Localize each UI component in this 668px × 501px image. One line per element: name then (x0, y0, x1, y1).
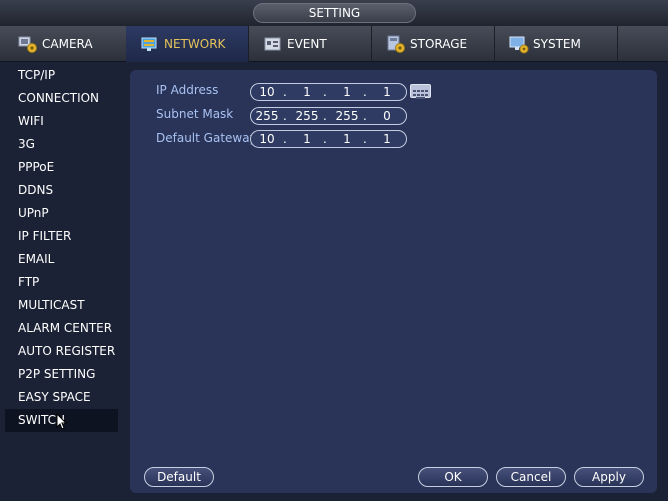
sidebar-item-tcpip[interactable]: TCP/IP (5, 64, 118, 87)
mask-separator: . (323, 109, 327, 123)
ip-separator: . (323, 85, 327, 99)
gateway-separator: . (323, 132, 327, 146)
sidebar-item-easy-space[interactable]: EASY SPACE (5, 386, 118, 409)
mask-separator: . (363, 109, 367, 123)
tab-camera-label: CAMERA (42, 37, 93, 51)
sidebar-item-ftp[interactable]: FTP (5, 271, 118, 294)
main-tab-bar: CAMERA NETWORK EVENT STORAGE SYSTEM (0, 26, 668, 62)
sidebar-item-p2p-setting[interactable]: P2P SETTING (5, 363, 118, 386)
gateway-octet-3[interactable]: 1 (335, 131, 359, 147)
mask-octet-2[interactable]: 255 (295, 108, 319, 124)
sidebar-item-upnp[interactable]: UPnP (5, 202, 118, 225)
sidebar-item-pppoe[interactable]: PPPoE (5, 156, 118, 179)
settings-panel: IP Address 10 . 1 . 1 . 1 Subnet Mask 25… (130, 70, 657, 493)
gateway-separator: . (363, 132, 367, 146)
ip-octet-1[interactable]: 10 (255, 84, 279, 100)
network-icon (140, 34, 160, 54)
sidebar-item-3g[interactable]: 3G (5, 133, 118, 156)
tab-network-label: NETWORK (164, 37, 226, 51)
window-title: SETTING (253, 3, 416, 23)
cancel-button[interactable]: Cancel (496, 467, 566, 487)
tab-event[interactable]: EVENT (249, 26, 372, 62)
event-icon (263, 34, 283, 54)
sidebar-item-ip-filter[interactable]: IP FILTER (5, 225, 118, 248)
title-bar: SETTING (0, 0, 668, 26)
default-button[interactable]: Default (144, 467, 214, 487)
gateway-separator: . (283, 132, 287, 146)
mask-octet-1[interactable]: 255 (255, 108, 279, 124)
ip-octet-4[interactable]: 1 (375, 84, 399, 100)
tab-event-label: EVENT (287, 37, 327, 51)
mouse-cursor-icon (56, 412, 68, 434)
subnet-mask-label: Subnet Mask (156, 107, 234, 121)
sidebar-item-ddns[interactable]: DDNS (5, 179, 118, 202)
sidebar-item-auto-register[interactable]: AUTO REGISTER (5, 340, 118, 363)
ok-button[interactable]: OK (418, 467, 488, 487)
tab-storage[interactable]: STORAGE (372, 26, 495, 62)
mask-octet-3[interactable]: 255 (335, 108, 359, 124)
tab-camera[interactable]: CAMERA (4, 26, 127, 62)
ip-separator: . (363, 85, 367, 99)
gateway-octet-1[interactable]: 10 (255, 131, 279, 147)
ip-address-label: IP Address (156, 83, 219, 97)
system-icon (509, 34, 529, 54)
sidebar-item-email[interactable]: EMAIL (5, 248, 118, 271)
subnet-mask-input[interactable]: 255 . 255 . 255 . 0 (250, 107, 407, 125)
default-gateway-label: Default Gateway (156, 131, 257, 145)
tab-system-label: SYSTEM (533, 37, 581, 51)
storage-icon (386, 34, 406, 54)
mask-separator: . (283, 109, 287, 123)
ip-octet-2[interactable]: 1 (295, 84, 319, 100)
keyboard-icon[interactable] (410, 84, 431, 99)
sidebar-item-multicast[interactable]: MULTICAST (5, 294, 118, 317)
apply-button[interactable]: Apply (574, 467, 644, 487)
default-gateway-input[interactable]: 10 . 1 . 1 . 1 (250, 130, 407, 148)
mask-octet-4[interactable]: 0 (375, 108, 399, 124)
camera-gear-icon (18, 34, 38, 54)
tab-storage-label: STORAGE (410, 37, 468, 51)
tab-system[interactable]: SYSTEM (495, 26, 618, 62)
tab-network[interactable]: NETWORK (126, 26, 249, 62)
ip-octet-3[interactable]: 1 (335, 84, 359, 100)
sidebar-item-alarm-center[interactable]: ALARM CENTER (5, 317, 118, 340)
ip-address-input[interactable]: 10 . 1 . 1 . 1 (250, 83, 407, 101)
ip-separator: . (283, 85, 287, 99)
sidebar-item-connection[interactable]: CONNECTION (5, 87, 118, 110)
gateway-octet-2[interactable]: 1 (295, 131, 319, 147)
sidebar-item-wifi[interactable]: WIFI (5, 110, 118, 133)
gateway-octet-4[interactable]: 1 (375, 131, 399, 147)
